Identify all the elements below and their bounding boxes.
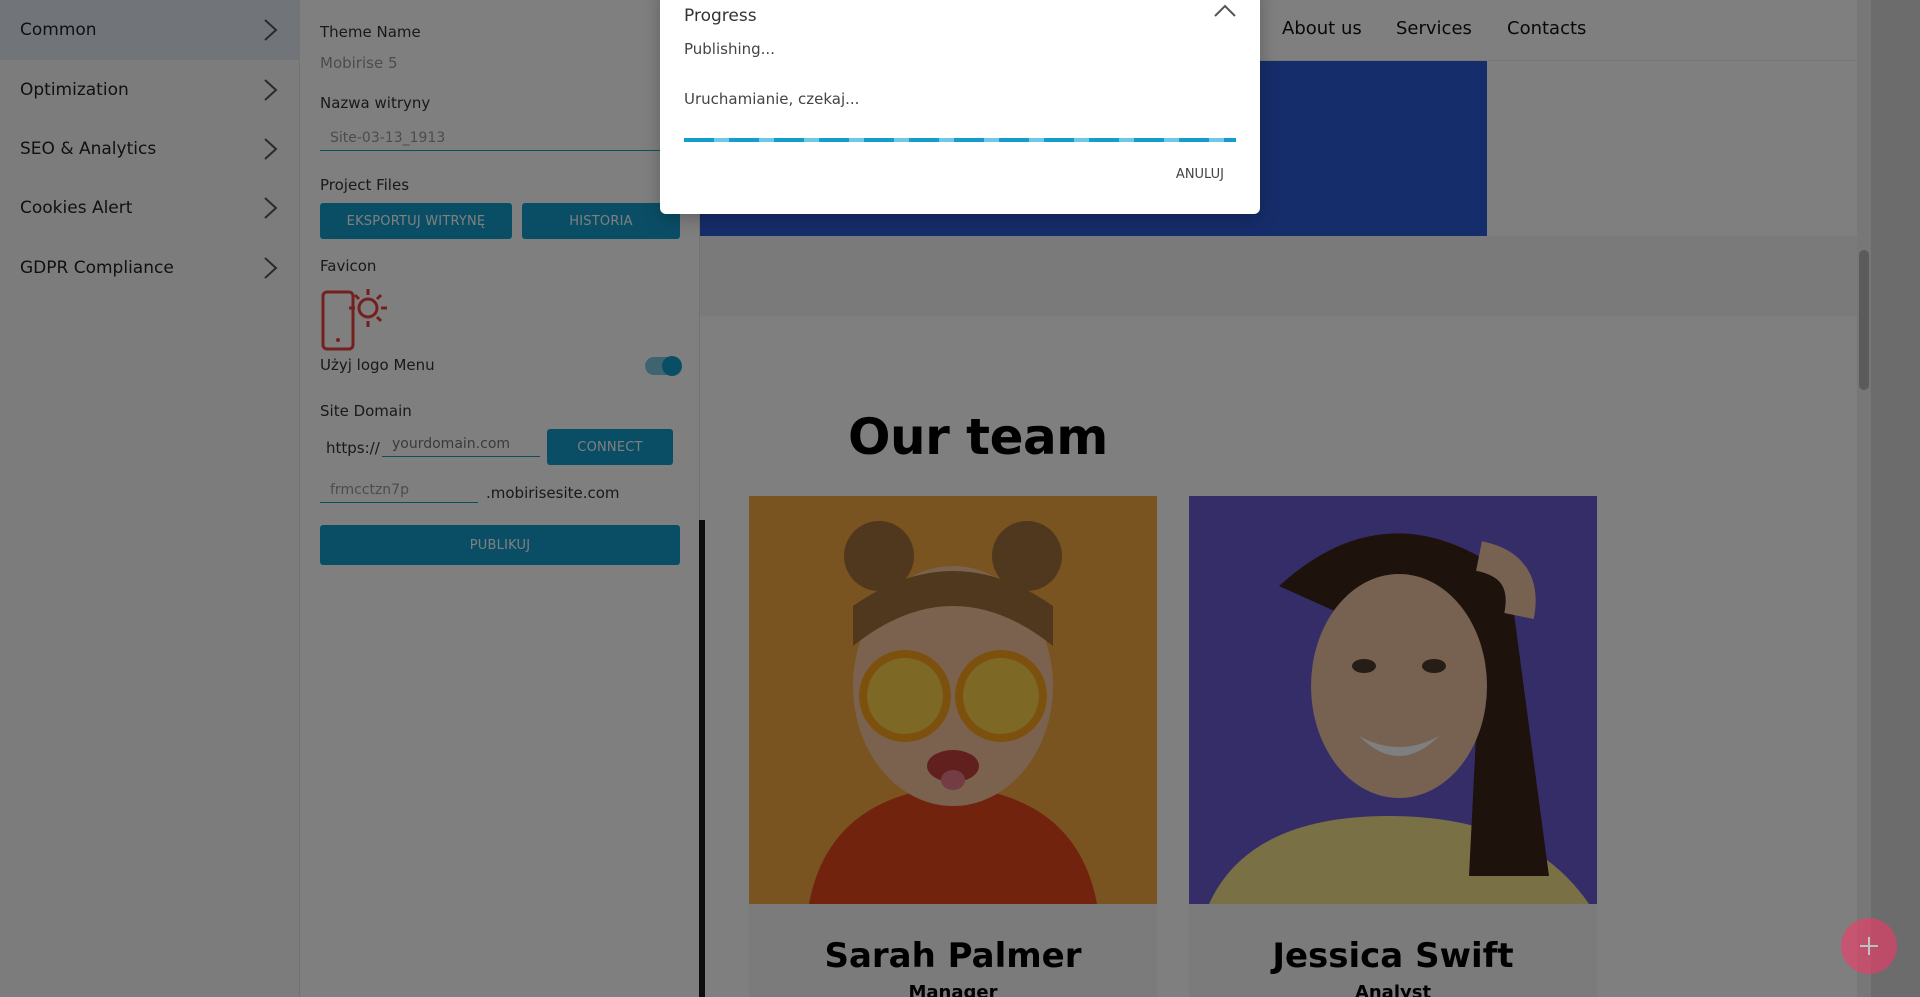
dialog-title: Progress [684,6,757,26]
dialog-status: Publishing... [684,40,775,58]
cancel-button[interactable]: ANULUJ [1176,167,1224,182]
progress-bar-fill [684,138,1236,142]
chevron-up-icon[interactable] [1212,0,1238,24]
dialog-substatus: Uruchamianie, czekaj... [684,90,860,108]
progress-dialog: Progress Publishing... Uruchamianie, cze… [660,0,1260,214]
plus-icon [1860,937,1878,955]
progress-bar [684,138,1236,142]
add-block-button[interactable] [1841,918,1897,974]
